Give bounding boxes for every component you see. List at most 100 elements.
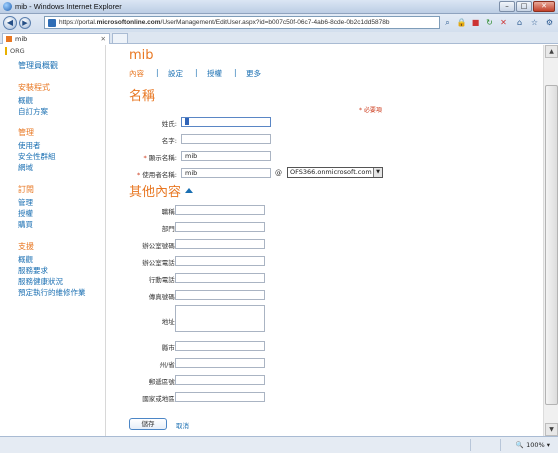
- first-name-label: 名字:: [161, 137, 177, 145]
- home-icon[interactable]: ⌂: [514, 17, 525, 28]
- city-label: 縣市:: [161, 344, 177, 352]
- zoom-level[interactable]: 🔍 100% ▾: [516, 441, 550, 449]
- tab-mib[interactable]: mib ✕: [2, 33, 110, 44]
- sidebar-item-planned-maintenance[interactable]: 預定執行的維修作業: [18, 287, 86, 298]
- tab-label: mib: [15, 35, 28, 43]
- status-divider: [500, 439, 501, 451]
- sidebar-item-admin-overview[interactable]: 管理員概觀: [18, 60, 58, 71]
- status-divider: [470, 439, 471, 451]
- sidebar-item-security-groups[interactable]: 安全性群組: [18, 151, 56, 162]
- tab-settings[interactable]: 設定: [168, 68, 183, 79]
- sidebar: ORG 管理員概觀 安裝程式 概觀 自訂方案 管理 使用者 安全性群組 網域 訂…: [0, 45, 106, 436]
- toolbar-icons: ⌂ ☆ ⚙: [514, 17, 555, 28]
- country-label: 國家或地區:: [142, 395, 177, 403]
- sidebar-heading-setup: 安裝程式: [18, 83, 50, 92]
- subnav-separator: |: [156, 68, 159, 77]
- text-cursor: [185, 118, 189, 125]
- sidebar-item-service-health[interactable]: 服務健康狀況: [18, 276, 63, 287]
- favorites-icon[interactable]: ☆: [529, 17, 540, 28]
- certificate-error-icon[interactable]: ■: [470, 17, 481, 28]
- address-label: 地址:: [161, 318, 177, 326]
- sidebar-item-licenses[interactable]: 授權: [18, 208, 33, 219]
- vertical-scrollbar[interactable]: ▲ ▼: [543, 45, 558, 436]
- refresh-icon[interactable]: ↻: [484, 17, 495, 28]
- domain-select[interactable]: OFS366.onmicrosoft.com ▼: [287, 167, 383, 178]
- sidebar-heading-manage: 管理: [18, 128, 34, 137]
- office-phone-field[interactable]: [175, 256, 265, 266]
- tab-close-icon[interactable]: ✕: [101, 35, 106, 43]
- tab-more[interactable]: 更多: [246, 68, 261, 79]
- mobile-phone-field[interactable]: [175, 273, 265, 283]
- scrollbar-thumb[interactable]: [545, 85, 558, 405]
- sidebar-item-service-requests[interactable]: 服務要求: [18, 265, 48, 276]
- department-label: 部門:: [161, 225, 177, 233]
- save-button[interactable]: 儲存: [129, 418, 167, 430]
- gear-icon[interactable]: ⚙: [544, 17, 555, 28]
- fax-field[interactable]: [175, 290, 265, 300]
- window-controls: – □ ✕: [499, 1, 555, 12]
- department-field[interactable]: [175, 222, 265, 232]
- search-dropdown-icon[interactable]: ⌕: [442, 17, 453, 28]
- sidebar-heading-support: 支援: [18, 242, 34, 251]
- city-field[interactable]: [175, 341, 265, 351]
- minimize-button[interactable]: –: [499, 1, 515, 12]
- more-properties-title[interactable]: 其他內容: [129, 181, 194, 200]
- sidebar-item-domains[interactable]: 網域: [18, 162, 33, 173]
- tab-bar: mib ✕: [0, 32, 558, 44]
- at-sign: @: [275, 169, 282, 177]
- tab-properties[interactable]: 內容: [129, 68, 144, 79]
- url-input[interactable]: https://portal.microsoftonline.com/UserM…: [44, 16, 440, 29]
- scroll-down-icon[interactable]: ▼: [545, 423, 558, 436]
- sidebar-item-custom-plan[interactable]: 自訂方案: [18, 106, 48, 117]
- back-button[interactable]: ◀: [3, 16, 17, 30]
- subnav-separator: |: [195, 68, 198, 77]
- job-title-label: 職稱:: [161, 208, 177, 216]
- country-field[interactable]: [175, 392, 265, 402]
- user-name-field[interactable]: mib: [181, 168, 271, 178]
- fax-label: 傳真號碼:: [148, 293, 177, 301]
- mobile-phone-label: 行動電話:: [148, 276, 177, 284]
- window-title: mib - Windows Internet Explorer: [15, 2, 122, 11]
- tab-licenses[interactable]: 授權: [207, 68, 222, 79]
- site-favicon-icon: [48, 19, 56, 27]
- sidebar-item-users[interactable]: 使用者: [18, 140, 41, 151]
- office-number-label: 辦公室號碼:: [142, 242, 177, 250]
- office-favicon-icon: [6, 36, 12, 42]
- required-note: * 必要項: [359, 107, 382, 114]
- url-text: https://portal.microsoftonline.com/UserM…: [59, 19, 390, 26]
- job-title-field[interactable]: [175, 205, 265, 215]
- maximize-button[interactable]: □: [516, 1, 532, 12]
- postal-code-label: 郵遞區號:: [148, 378, 177, 386]
- stop-icon[interactable]: ✕: [498, 17, 509, 28]
- office-number-field[interactable]: [175, 239, 265, 249]
- close-button[interactable]: ✕: [533, 1, 555, 12]
- org-label: ORG: [10, 47, 25, 55]
- display-name-field[interactable]: mib: [181, 151, 271, 161]
- forward-button[interactable]: ▶: [19, 17, 31, 29]
- state-label: 州/省:: [159, 361, 177, 369]
- last-name-label: 姓氏:: [161, 120, 177, 128]
- last-name-field[interactable]: [181, 117, 271, 127]
- state-field[interactable]: [175, 358, 265, 368]
- cancel-link[interactable]: 取消: [176, 420, 189, 430]
- sidebar-item-purchase[interactable]: 購買: [18, 219, 33, 230]
- address-bar: ◀ ▶ https://portal.microsoftonline.com/U…: [0, 14, 558, 32]
- window-titlebar: mib - Windows Internet Explorer – □ ✕: [0, 0, 558, 14]
- domain-select-value: OFS366.onmicrosoft.com: [290, 168, 372, 176]
- scroll-up-icon[interactable]: ▲: [545, 45, 558, 58]
- postal-code-field[interactable]: [175, 375, 265, 385]
- sidebar-item-support-overview[interactable]: 概觀: [18, 254, 33, 265]
- address-icons: ⌕ 🔒 ■ ↻ ✕: [442, 17, 509, 28]
- caret-up-icon[interactable]: [185, 188, 194, 193]
- main-content: mib 內容 | 設定 | 授權 | 更多 名稱 * 必要項 姓氏: 名字: *…: [107, 45, 543, 436]
- page-title: mib: [129, 48, 154, 63]
- user-name-label: * 使用者名稱:: [136, 171, 177, 179]
- new-tab-button[interactable]: [112, 33, 128, 44]
- address-field[interactable]: [175, 305, 265, 332]
- section-title-name: 名稱: [129, 89, 156, 104]
- sidebar-item-manage[interactable]: 管理: [18, 197, 33, 208]
- lock-icon[interactable]: 🔒: [456, 17, 467, 28]
- org-indicator: [5, 47, 7, 55]
- first-name-field[interactable]: [181, 134, 271, 144]
- sidebar-item-setup-overview[interactable]: 概觀: [18, 95, 33, 106]
